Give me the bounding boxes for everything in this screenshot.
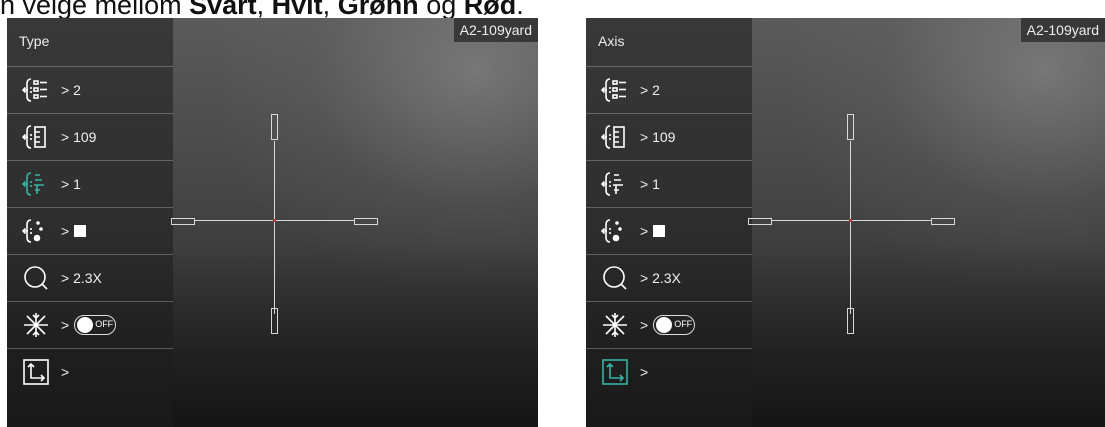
reticle-type-icon (21, 169, 51, 199)
menu-item-value: > 109 (61, 129, 97, 145)
color-swatch (74, 225, 87, 237)
menu-item-distance[interactable]: > 109 (7, 113, 173, 160)
zoom-icon (600, 263, 630, 293)
menu-item-reticle-color[interactable]: > (586, 207, 752, 254)
menu-item-value: > (640, 364, 649, 380)
menu-item-axis[interactable]: > (7, 348, 173, 395)
menu-item-value: > 2.3X (640, 270, 681, 286)
axis-icon (21, 357, 51, 387)
menu-title: Type (19, 33, 50, 49)
menu-item-value: > OFF (640, 315, 696, 335)
menu-item-reticle-type[interactable]: > 1 (7, 160, 173, 207)
menu-item-profile[interactable]: > 2 (7, 66, 173, 113)
menu-item-value: > (61, 364, 70, 380)
menu-item-reticle-color[interactable]: > (7, 207, 173, 254)
freeze-icon (21, 310, 51, 340)
thermal-view-left: Type > 2 > 109 > 1 > > 2.3X > OFF > A2-1… (7, 18, 538, 427)
menu-item-axis[interactable]: > (586, 348, 752, 395)
profile-icon (21, 75, 51, 105)
axis-icon (600, 357, 630, 387)
menu-title: Axis (598, 33, 625, 49)
distance-icon (21, 122, 51, 152)
zoom-icon (21, 263, 51, 293)
reticle-color-icon (600, 216, 630, 246)
freeze-icon (600, 310, 630, 340)
profile-badge: A2-109yard (1020, 18, 1105, 42)
menu-item-freeze[interactable]: > OFF (7, 301, 173, 348)
freeze-toggle[interactable]: OFF (74, 315, 117, 335)
reticle-type-icon (600, 169, 630, 199)
menu-item-value: > (61, 223, 87, 239)
menu-item-freeze[interactable]: > OFF (586, 301, 752, 348)
color-swatch (653, 225, 666, 237)
menu-item-value: > OFF (61, 315, 117, 335)
menu-item-value: > 1 (61, 176, 81, 192)
menu-item-value: > 109 (640, 129, 676, 145)
settings-menu: Axis > 2 > 109 > 1 > > 2.3X > OFF > (586, 18, 752, 427)
menu-item-value: > 2.3X (61, 270, 102, 286)
freeze-toggle[interactable]: OFF (653, 315, 696, 335)
menu-item-value: > 2 (61, 82, 81, 98)
menu-item-zoom[interactable]: > 2.3X (7, 254, 173, 301)
profile-badge: A2-109yard (453, 18, 538, 42)
reticle-color-icon (21, 216, 51, 246)
menu-item-profile[interactable]: > 2 (586, 66, 752, 113)
distance-icon (600, 122, 630, 152)
menu-item-distance[interactable]: > 109 (586, 113, 752, 160)
menu-item-value: > 2 (640, 82, 660, 98)
menu-item-reticle-type[interactable]: > 1 (586, 160, 752, 207)
profile-icon (600, 75, 630, 105)
settings-menu: Type > 2 > 109 > 1 > > 2.3X > OFF > (7, 18, 173, 427)
menu-item-value: > 1 (640, 176, 660, 192)
thermal-view-right: Axis > 2 > 109 > 1 > > 2.3X > OFF > A2-1… (586, 18, 1105, 427)
menu-item-value: > (640, 223, 666, 239)
menu-item-zoom[interactable]: > 2.3X (586, 254, 752, 301)
